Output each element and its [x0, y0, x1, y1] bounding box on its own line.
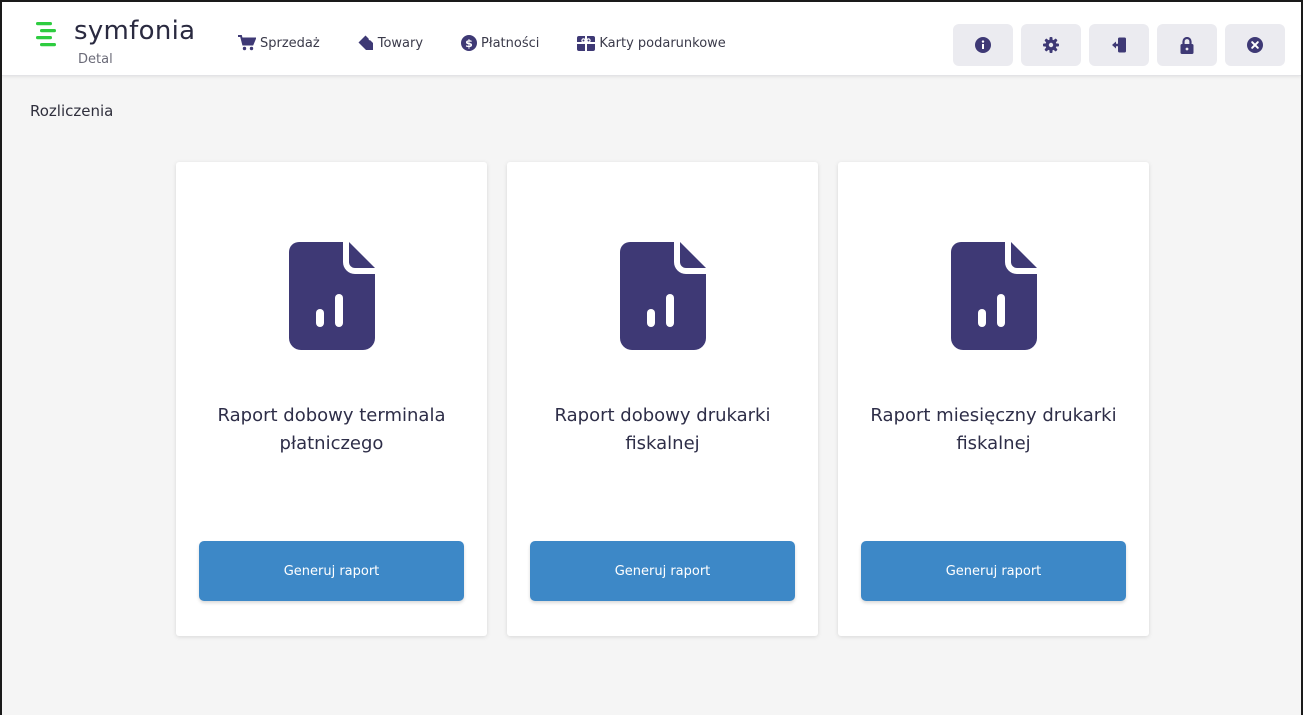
logo[interactable]: symfonia Detal: [32, 14, 202, 70]
nav-item-label: Płatności: [481, 35, 540, 51]
nav-item-label: Sprzedaż: [260, 35, 320, 51]
svg-text:$: $: [465, 37, 473, 50]
main-nav: Sprzedaż Towary $ Płatności Karty podaru…: [238, 35, 764, 51]
generate-report-button[interactable]: Generuj raport: [861, 541, 1126, 601]
report-card: Raport miesięczny drukarki fiskalnej Gen…: [838, 162, 1149, 636]
nav-item-sprzedaz[interactable]: Sprzedaż: [238, 35, 320, 51]
logo-edition: Detal: [78, 52, 113, 67]
close-button[interactable]: [1225, 24, 1285, 66]
nav-item-platnosci[interactable]: $ Płatności: [461, 35, 539, 51]
generate-report-button[interactable]: Generuj raport: [199, 541, 464, 601]
generate-report-button[interactable]: Generuj raport: [530, 541, 795, 601]
lock-button[interactable]: [1157, 24, 1217, 66]
gear-icon: [1043, 37, 1059, 53]
report-file-icon: [620, 242, 706, 350]
logout-icon: [1112, 37, 1126, 53]
report-file-icon: [951, 242, 1037, 350]
gift-card-icon: [577, 35, 596, 51]
card-title: Raport miesięczny drukarki fiskalnej: [870, 405, 1117, 454]
card-title: Raport dobowy drukarki fiskalnej: [554, 405, 771, 454]
report-card: Raport dobowy terminala płatniczego Gene…: [176, 162, 487, 636]
report-file-icon: [289, 242, 375, 350]
nav-item-towary[interactable]: Towary: [358, 35, 423, 51]
logout-button[interactable]: [1089, 24, 1149, 66]
top-bar: symfonia Detal Sprzedaż Towary $ Płatnoś…: [2, 2, 1301, 76]
tag-icon: [358, 35, 373, 50]
nav-item-label: Towary: [377, 35, 424, 51]
logo-text: symfonia: [74, 16, 196, 46]
close-circle-icon: [1247, 37, 1263, 53]
toolbar: [953, 24, 1285, 66]
report-card: Raport dobowy drukarki fiskalnej Generuj…: [507, 162, 818, 636]
nav-item-karty-podarunkowe[interactable]: Karty podarunkowe: [577, 35, 726, 51]
cart-icon: [238, 35, 256, 51]
settings-button[interactable]: [1021, 24, 1081, 66]
nav-item-label: Karty podarunkowe: [599, 35, 726, 51]
lock-icon: [1180, 36, 1194, 54]
symfonia-logo-icon: [36, 22, 56, 47]
info-icon: [975, 37, 991, 53]
card-title: Raport dobowy terminala płatniczego: [217, 405, 446, 454]
report-cards: Raport dobowy terminala płatniczego Gene…: [176, 162, 1149, 636]
dollar-circle-icon: $: [461, 35, 478, 51]
info-button[interactable]: [953, 24, 1013, 66]
app-window: symfonia Detal Sprzedaż Towary $ Płatnoś…: [0, 0, 1303, 715]
page-title: Rozliczenia: [30, 102, 114, 120]
